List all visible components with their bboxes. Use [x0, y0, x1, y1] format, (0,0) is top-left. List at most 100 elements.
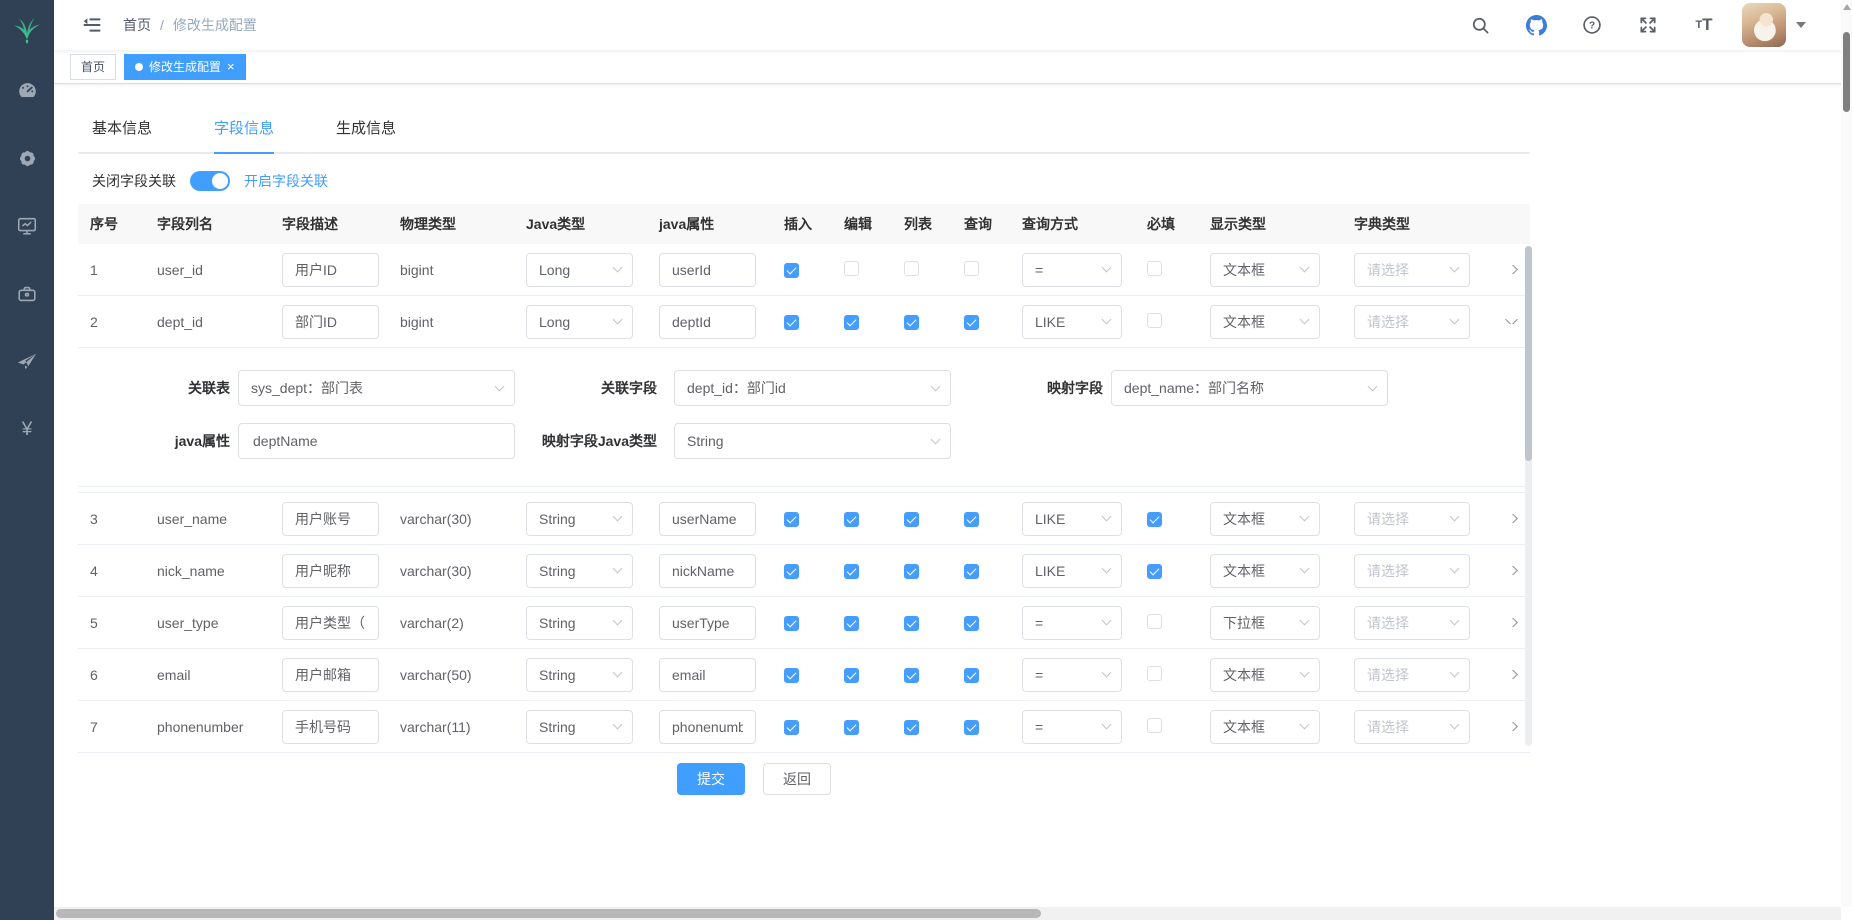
query-checkbox[interactable] [964, 564, 979, 579]
query-checkbox[interactable] [964, 261, 979, 276]
edit-checkbox[interactable] [844, 616, 859, 631]
query-checkbox[interactable] [964, 616, 979, 631]
display-type-select[interactable]: 文本框 [1210, 253, 1320, 287]
dict-type-select[interactable]: 请选择 [1354, 658, 1470, 692]
dict-type-select[interactable]: 请选择 [1354, 502, 1470, 536]
github-link[interactable] [1518, 7, 1554, 43]
query-type-select[interactable]: = [1022, 658, 1122, 692]
query-type-select[interactable]: LIKE [1022, 554, 1122, 588]
fullscreen-button[interactable] [1630, 7, 1666, 43]
relation-switch[interactable] [190, 171, 230, 191]
avatar[interactable] [1742, 3, 1786, 47]
java-prop-input[interactable] [659, 305, 756, 339]
tab-generate-info[interactable]: 生成信息 [336, 104, 396, 154]
font-size-button[interactable]: TT [1686, 7, 1722, 43]
query-type-select[interactable]: = [1022, 606, 1122, 640]
sidebar-item-monitor[interactable] [0, 192, 54, 260]
list-checkbox[interactable] [904, 512, 919, 527]
detail-select[interactable]: sys_dept：部门表 [238, 370, 515, 406]
java-prop-input[interactable] [659, 554, 756, 588]
field-desc-input[interactable] [282, 710, 379, 744]
scroll-up-arrow-icon[interactable] [1843, 4, 1851, 10]
query-type-select[interactable]: LIKE [1022, 305, 1122, 339]
required-checkbox[interactable] [1147, 512, 1162, 527]
submit-button[interactable]: 提交 [677, 763, 745, 795]
page-horizontal-scrollbar[interactable] [54, 907, 1841, 920]
query-checkbox[interactable] [964, 720, 979, 735]
sidebar-item-send[interactable] [0, 328, 54, 396]
display-type-select[interactable]: 文本框 [1210, 658, 1320, 692]
display-type-select[interactable]: 文本框 [1210, 554, 1320, 588]
field-desc-input[interactable] [282, 502, 379, 536]
field-desc-input[interactable] [282, 554, 379, 588]
required-checkbox[interactable] [1147, 564, 1162, 579]
collapse-row-icon[interactable] [1505, 319, 1518, 324]
field-desc-input[interactable] [282, 658, 379, 692]
sidebar-item-system-settings[interactable] [0, 124, 54, 192]
expand-row-icon[interactable] [1505, 670, 1518, 679]
page-hscroll-thumb[interactable] [56, 909, 1041, 918]
app-logo[interactable] [0, 0, 54, 56]
insert-checkbox[interactable] [784, 720, 799, 735]
edit-checkbox[interactable] [844, 261, 859, 276]
dict-type-select[interactable]: 请选择 [1354, 710, 1470, 744]
page-scroll-thumb[interactable] [1843, 32, 1850, 112]
sidebar-item-tool[interactable] [0, 260, 54, 328]
list-checkbox[interactable] [904, 616, 919, 631]
search-button[interactable] [1462, 7, 1498, 43]
expand-row-icon[interactable] [1505, 514, 1518, 523]
java-type-select[interactable]: Long [526, 305, 633, 339]
edit-checkbox[interactable] [844, 315, 859, 330]
sidebar-item-finance[interactable]: ¥ [0, 396, 54, 464]
required-checkbox[interactable] [1147, 718, 1162, 733]
java-type-select[interactable]: String [526, 554, 633, 588]
java-type-select[interactable]: String [526, 502, 633, 536]
edit-checkbox[interactable] [844, 668, 859, 683]
display-type-select[interactable]: 文本框 [1210, 305, 1320, 339]
query-type-select[interactable]: LIKE [1022, 502, 1122, 536]
list-checkbox[interactable] [904, 720, 919, 735]
edit-checkbox[interactable] [844, 720, 859, 735]
relation-on-label[interactable]: 开启字段关联 [244, 171, 328, 191]
java-prop-input[interactable] [659, 606, 756, 640]
dict-type-select[interactable]: 请选择 [1354, 253, 1470, 287]
expand-row-icon[interactable] [1505, 722, 1518, 731]
dict-type-select[interactable]: 请选择 [1354, 554, 1470, 588]
java-prop-input[interactable] [659, 502, 756, 536]
expand-row-icon[interactable] [1505, 566, 1518, 575]
detail-select[interactable]: dept_id：部门id [674, 370, 951, 406]
required-checkbox[interactable] [1147, 666, 1162, 681]
breadcrumb-home[interactable]: 首页 [123, 15, 151, 35]
required-checkbox[interactable] [1147, 261, 1162, 276]
field-desc-input[interactable] [282, 606, 379, 640]
java-type-select[interactable]: String [526, 710, 633, 744]
list-checkbox[interactable] [904, 564, 919, 579]
java-type-select[interactable]: String [526, 606, 633, 640]
query-type-select[interactable]: = [1022, 253, 1122, 287]
user-menu[interactable] [1742, 3, 1806, 47]
tag-home[interactable]: 首页 [70, 54, 116, 80]
list-checkbox[interactable] [904, 315, 919, 330]
tab-field-info[interactable]: 字段信息 [214, 104, 274, 154]
insert-checkbox[interactable] [784, 668, 799, 683]
page-vertical-scrollbar[interactable] [1841, 0, 1852, 907]
insert-checkbox[interactable] [784, 263, 799, 278]
tab-basic-info[interactable]: 基本信息 [92, 104, 152, 154]
field-desc-input[interactable] [282, 305, 379, 339]
table-scroll-thumb[interactable] [1525, 246, 1532, 461]
table-vertical-scrollbar[interactable] [1525, 246, 1532, 746]
required-checkbox[interactable] [1147, 313, 1162, 328]
edit-checkbox[interactable] [844, 512, 859, 527]
detail-input[interactable] [238, 423, 515, 459]
insert-checkbox[interactable] [784, 616, 799, 631]
query-checkbox[interactable] [964, 315, 979, 330]
java-type-select[interactable]: Long [526, 253, 633, 287]
dict-type-select[interactable]: 请选择 [1354, 606, 1470, 640]
edit-checkbox[interactable] [844, 564, 859, 579]
java-type-select[interactable]: String [526, 658, 633, 692]
insert-checkbox[interactable] [784, 564, 799, 579]
java-prop-input[interactable] [659, 658, 756, 692]
detail-select[interactable]: dept_name：部门名称 [1111, 370, 1388, 406]
help-button[interactable]: ? [1574, 7, 1610, 43]
query-type-select[interactable]: = [1022, 710, 1122, 744]
